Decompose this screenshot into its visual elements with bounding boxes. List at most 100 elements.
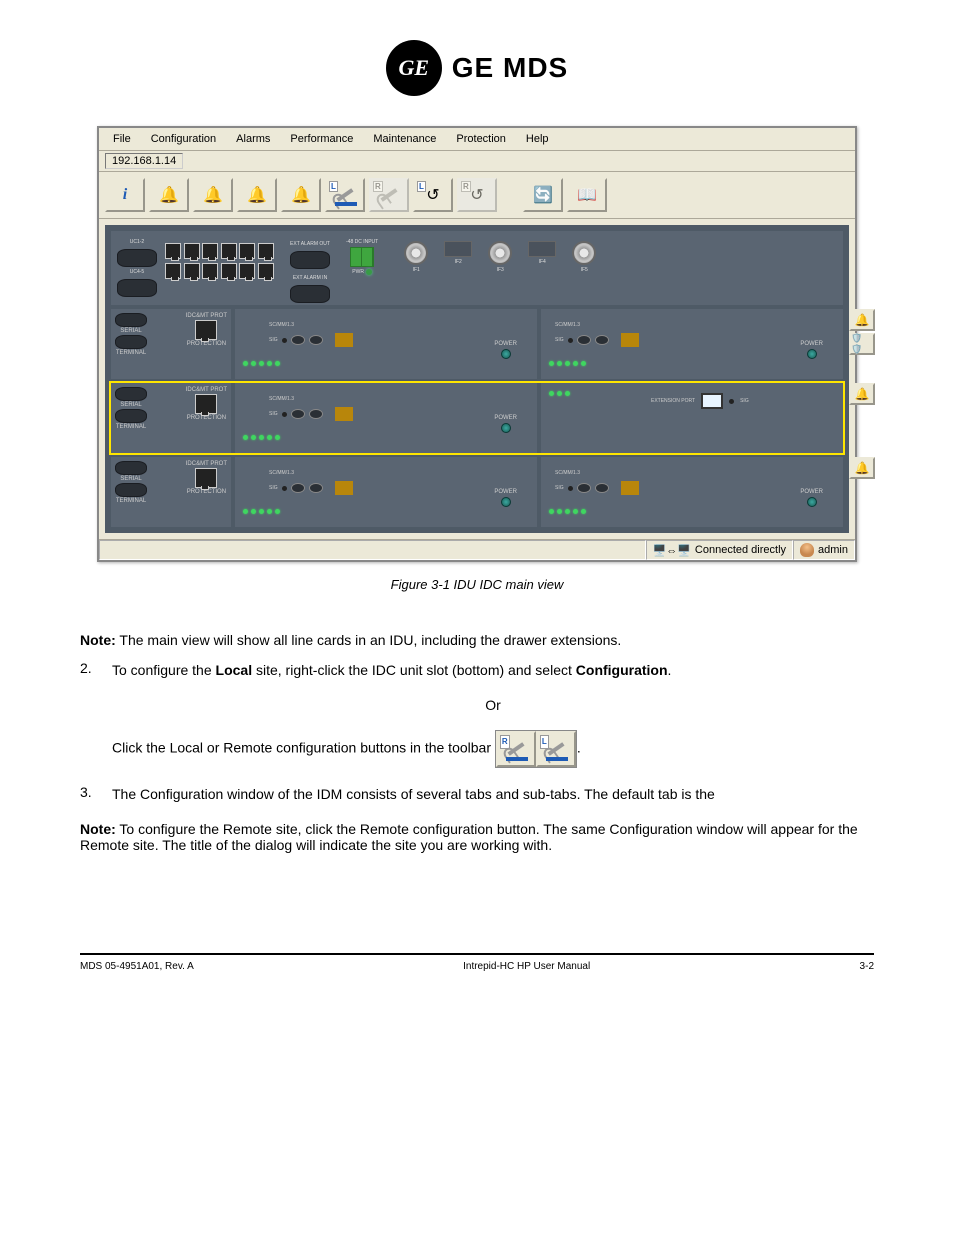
app-window: File Configuration Alarms Performance Ma…	[97, 126, 857, 562]
chassis-top-panel: UC1-2 UC4-5	[111, 231, 843, 305]
sig-led	[282, 412, 287, 417]
menu-alarms[interactable]: Alarms	[226, 130, 280, 148]
if-label: IF4	[539, 259, 546, 265]
rj45-port	[195, 468, 217, 488]
menu-protection[interactable]: Protection	[446, 130, 516, 148]
ge-monogram: GE	[386, 40, 442, 96]
optical-port	[595, 335, 609, 345]
power-label: POWER	[494, 341, 517, 347]
refresh-button[interactable]: 🔄	[523, 178, 563, 212]
alarm-button-3[interactable]: 🔔	[237, 178, 277, 212]
laser-warning-icon	[335, 333, 353, 347]
remote-config-button[interactable]: R	[369, 178, 409, 212]
info-button[interactable]: i	[105, 178, 145, 212]
page-footer: MDS 05-4951A01, Rev. A Intrepid-HC HP Us…	[80, 953, 874, 972]
remote-badge: R	[461, 181, 471, 192]
wrench-icon	[336, 188, 353, 202]
slot-row-1[interactable]: SERIALTERMINAL IDC&MT PROTPROTECTION SC/…	[111, 309, 843, 379]
note-label: Note:	[80, 821, 116, 837]
note-text: The main view will show all line cards i…	[116, 632, 622, 648]
sig-label: SIG	[269, 411, 278, 417]
status-led	[251, 361, 256, 366]
ext-port-label: EXTENSION PORT	[651, 398, 695, 404]
slot-protection-button[interactable]: 🛡️🛡️	[849, 333, 875, 355]
menu-file[interactable]: File	[103, 130, 141, 148]
slot-row-2[interactable]: SERIALTERMINAL IDC&MT PROTPROTECTION SC/…	[111, 383, 843, 453]
status-led	[259, 509, 264, 514]
laser-warning-icon	[621, 481, 639, 495]
menu-performance[interactable]: Performance	[280, 130, 363, 148]
db9-port	[290, 251, 330, 269]
chassis-view: UC1-2 UC4-5	[105, 225, 849, 533]
alarm-button-2[interactable]: 🔔	[193, 178, 233, 212]
grid-indicator	[528, 241, 556, 257]
slot-label: SERIAL	[120, 328, 141, 334]
sig-led	[282, 486, 287, 491]
slot-row-3[interactable]: SERIALTERMINAL IDC&MT PROTPROTECTION SC/…	[111, 457, 843, 527]
inline-toolbar-buttons: R L	[495, 730, 577, 768]
status-led	[267, 435, 272, 440]
if-label: IF5	[581, 267, 588, 273]
optical-header: SC/MM/1.3	[269, 322, 294, 328]
local-loopback-button[interactable]: L↺	[413, 178, 453, 212]
figure-caption: Figure 3-1 IDU IDC main view	[80, 577, 874, 592]
if-label: IF2	[455, 259, 462, 265]
remote-config-inline-button[interactable]: R	[496, 731, 536, 767]
status-led	[275, 509, 280, 514]
power-label: POWER	[800, 489, 823, 495]
optical-header: SC/MM/1.3	[555, 322, 580, 328]
local-config-inline-button[interactable]: L	[536, 731, 576, 767]
note-1: Note: The main view will show all line c…	[80, 632, 874, 648]
slot-label: IDC&MT PROT	[186, 387, 227, 393]
sig-led	[282, 338, 287, 343]
bell-icon: 🔔	[855, 387, 870, 401]
step-bold: Configuration	[576, 662, 668, 678]
bell-icon: 🔔	[159, 185, 179, 205]
db9-port	[117, 279, 157, 297]
optical-header: SC/MM/1.3	[269, 470, 294, 476]
port-label: UC1-2	[130, 239, 144, 245]
ip-bar: 192.168.1.14	[99, 151, 855, 172]
if-label: IF3	[497, 267, 504, 273]
rj45-port	[184, 263, 200, 279]
note-text: To configure the Remote site, click the …	[80, 821, 858, 853]
optical-port	[291, 483, 305, 493]
slot-alarm-button[interactable]: 🔔	[849, 309, 875, 331]
menu-help[interactable]: Help	[516, 130, 559, 148]
connection-icon: 🖥️⇔🖥️	[653, 544, 691, 557]
alarm-button-4[interactable]: 🔔	[281, 178, 321, 212]
bell-icon: 🔔	[247, 185, 267, 205]
help-button[interactable]: 📖	[567, 178, 607, 212]
slot-label: SERIAL	[120, 402, 141, 408]
rj45-port	[258, 243, 274, 259]
coax-port	[404, 241, 428, 265]
local-config-button[interactable]: L	[325, 178, 365, 212]
rj45-port	[221, 243, 237, 259]
or-separator: Or	[112, 695, 874, 716]
wrench-icon	[380, 188, 397, 202]
optical-port	[291, 409, 305, 419]
laser-warning-icon	[335, 407, 353, 421]
optical-port	[309, 483, 323, 493]
sig-label: SIG	[740, 398, 749, 404]
menu-configuration[interactable]: Configuration	[141, 130, 226, 148]
port-label: EXT ALARM IN	[293, 275, 327, 281]
extension-port	[701, 393, 723, 409]
menu-maintenance[interactable]: Maintenance	[363, 130, 446, 148]
db9-port	[115, 313, 147, 327]
shield-icon: 🛡️🛡️	[851, 333, 873, 355]
footer-right: 3-2	[860, 961, 874, 972]
slot-alarm-button[interactable]: 🔔	[849, 383, 875, 405]
bell-icon: 🔔	[291, 185, 311, 205]
status-led	[243, 435, 248, 440]
slot-label: IDC&MT PROT	[186, 461, 227, 467]
slot-alarm-button[interactable]: 🔔	[849, 457, 875, 479]
local-badge: L	[417, 181, 426, 192]
bell-icon: 🔔	[855, 461, 870, 475]
alarm-button-1[interactable]: 🔔	[149, 178, 189, 212]
db9-port	[115, 335, 147, 349]
port-label: -48 DC INPUT	[346, 239, 378, 245]
status-led	[251, 509, 256, 514]
slot-label: SERIAL	[120, 476, 141, 482]
remote-loopback-button[interactable]: R↺	[457, 178, 497, 212]
